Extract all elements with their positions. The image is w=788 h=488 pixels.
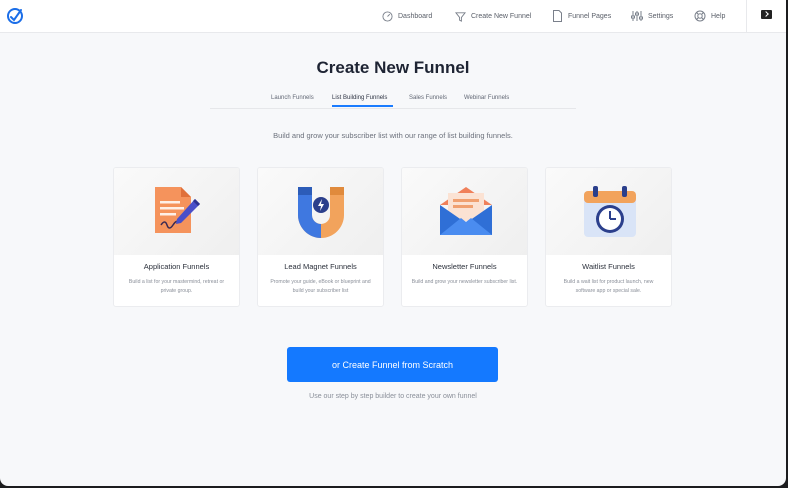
nav-divider (746, 0, 747, 32)
nav-dashboard[interactable]: Dashboard (382, 9, 432, 23)
card-image (402, 168, 527, 255)
terminal-icon[interactable] (761, 10, 772, 19)
card-description: Build and grow your newsletter subscribe… (411, 279, 518, 285)
gauge-icon (382, 10, 393, 22)
nav-settings-label: Settings (648, 12, 674, 20)
card-application-funnels[interactable]: Application Funnels Build a list for you… (113, 167, 240, 307)
nav-funnel-pages[interactable]: Funnel Pages (552, 9, 611, 23)
nav-funnel-pages-label: Funnel Pages (568, 12, 612, 20)
page-subtitle: Build and grow your subscriber list with… (273, 131, 513, 140)
magnet-icon (298, 187, 344, 238)
top-navigation-bar: Dashboard Create New Funnel Funnel Pages (0, 0, 786, 33)
nav-help-label: Help (711, 12, 726, 20)
tab-sales-funnels[interactable]: Sales Funnels (409, 95, 447, 101)
nav-settings[interactable]: Settings (631, 9, 673, 23)
card-image (546, 168, 671, 255)
application-document-icon (155, 187, 200, 233)
create-from-scratch-caption: Use our step by step builder to create y… (309, 393, 477, 400)
card-title: Application Funnels (143, 262, 210, 271)
tab-list-building-funnels[interactable]: List Building Funnels (332, 95, 387, 101)
card-image (114, 168, 239, 255)
card-waitlist-funnels[interactable]: Waitlist Funnels Build a wait list for p… (545, 167, 672, 307)
card-description: Build a list for your mastermind, retrea… (128, 279, 225, 294)
card-description: Promote your guide, eBook or blueprint a… (270, 279, 371, 294)
card-description: Build a wait list for product launch, ne… (563, 279, 654, 294)
nav-create-new-funnel-label: Create New Funnel (471, 12, 532, 20)
card-title: Newsletter Funnels (432, 262, 497, 271)
card-lead-magnet-funnels[interactable]: Lead Magnet Funnels Promote your guide, … (257, 167, 384, 307)
card-title: Waitlist Funnels (582, 262, 635, 271)
card-newsletter-funnels[interactable]: Newsletter Funnels Build and grow your n… (401, 167, 528, 307)
app-logo-icon[interactable] (6, 7, 24, 25)
nav-create-new-funnel[interactable]: Create New Funnel (455, 9, 531, 23)
page-title: Create New Funnel (316, 58, 470, 77)
envelope-icon (440, 187, 492, 235)
sliders-icon (631, 11, 643, 21)
calendar-clock-icon (584, 186, 636, 237)
nav-dashboard-label: Dashboard (398, 12, 433, 20)
app-window: Dashboard Create New Funnel Funnel Pages (0, 0, 786, 486)
nav-help[interactable]: Help (694, 9, 725, 23)
card-image (258, 168, 383, 255)
lifebuoy-icon (694, 10, 706, 22)
active-tab-indicator (332, 105, 393, 107)
funnel-icon (455, 11, 466, 22)
page-icon (553, 10, 562, 22)
card-title: Lead Magnet Funnels (284, 262, 357, 271)
tab-webinar-funnels[interactable]: Webinar Funnels (464, 95, 509, 101)
create-from-scratch-button[interactable]: or Create Funnel from Scratch (287, 347, 498, 382)
funnel-category-tabs: Launch Funnels List Building Funnels Sal… (210, 94, 576, 109)
tab-launch-funnels[interactable]: Launch Funnels (271, 95, 314, 101)
